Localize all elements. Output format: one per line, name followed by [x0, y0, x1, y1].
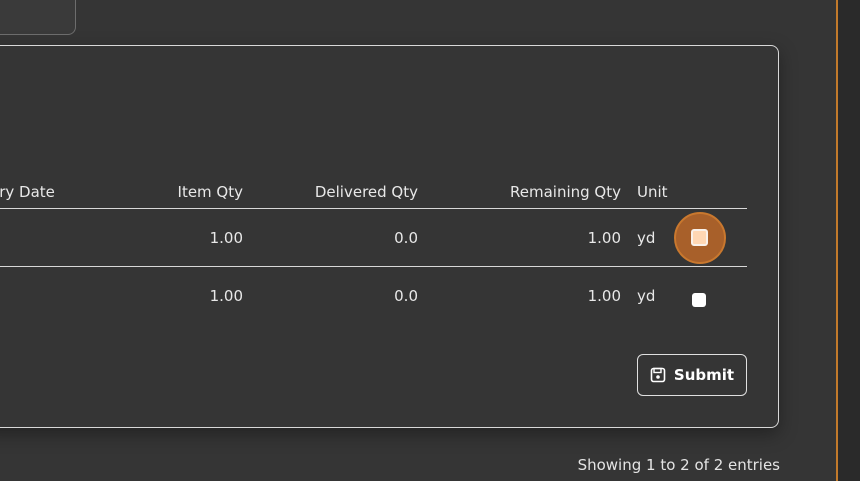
entries-info: Showing 1 to 2 of 2 entries — [577, 456, 780, 474]
row-select-cell — [674, 209, 726, 266]
remaining-qty-cell: 1.00 — [587, 228, 621, 247]
unit-cell: yd — [637, 286, 656, 305]
table-row: 1.00 0.0 1.00 yd — [0, 209, 747, 267]
delivered-qty-cell: 0.0 — [394, 228, 418, 247]
header-delivery-date[interactable]: ery Date — [0, 172, 110, 208]
header-remaining-qty[interactable]: Remaining Qty — [440, 172, 621, 208]
submit-button-label: Submit — [673, 366, 735, 384]
checkbox-focus-ring — [674, 211, 726, 264]
submit-button[interactable]: Submit — [637, 354, 747, 396]
item-qty-cell: 1.00 — [209, 228, 243, 247]
row-select-cell — [680, 267, 720, 324]
table-header-row: ery Date Item Qty Delivered Qty Remainin… — [0, 172, 747, 209]
save-icon — [650, 367, 666, 383]
unit-cell: yd — [637, 228, 656, 247]
delivery-table: ery Date Item Qty Delivered Qty Remainin… — [0, 172, 747, 324]
top-panel-edge — [0, 0, 76, 35]
row-select-checkbox[interactable] — [692, 292, 706, 307]
right-sidebar-edge — [836, 0, 860, 481]
item-qty-cell: 1.00 — [209, 286, 243, 305]
row-select-checkbox[interactable] — [690, 229, 708, 246]
delivered-qty-cell: 0.0 — [394, 286, 418, 305]
header-delivered-qty[interactable]: Delivered Qty — [260, 172, 418, 208]
remaining-qty-cell: 1.00 — [587, 286, 621, 305]
table-row: 1.00 0.0 1.00 yd — [0, 267, 747, 324]
header-unit[interactable]: Unit — [637, 172, 677, 208]
header-item-qty[interactable]: Item Qty — [120, 172, 243, 208]
